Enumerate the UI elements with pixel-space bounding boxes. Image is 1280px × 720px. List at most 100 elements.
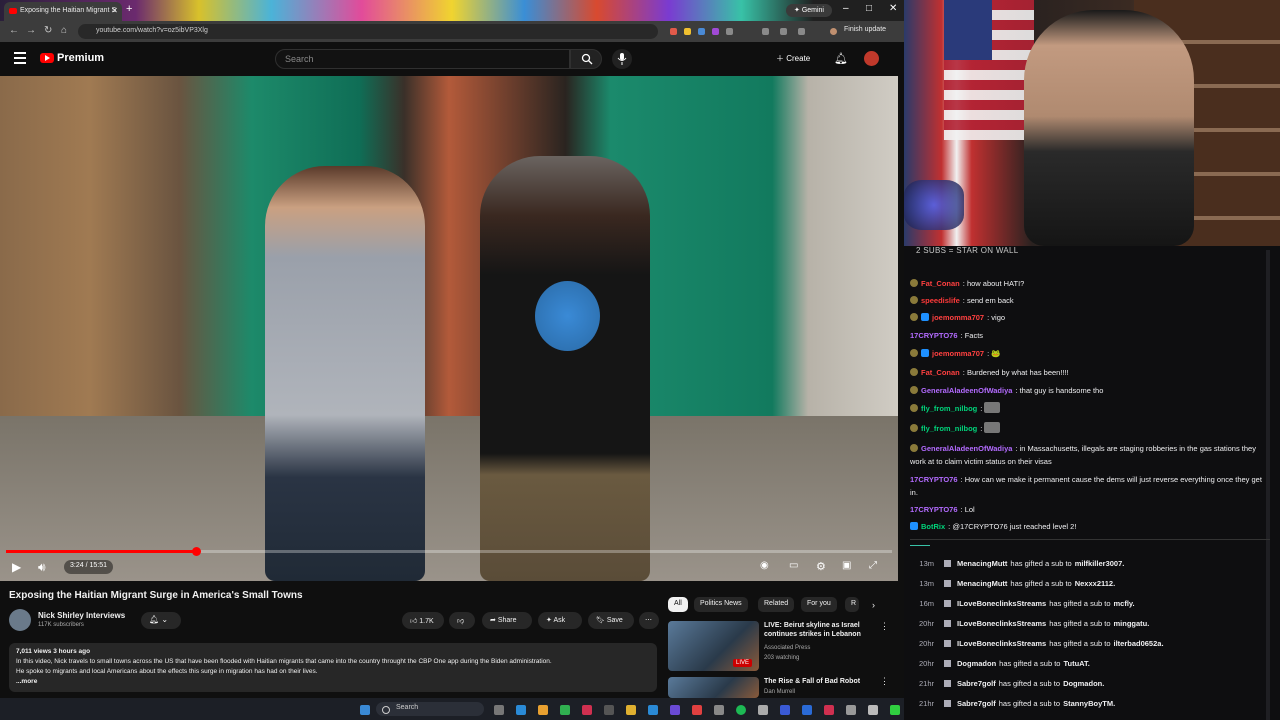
app-icon[interactable] xyxy=(714,705,724,715)
notifications-bell-icon[interactable]: 🔔︎ xyxy=(834,52,848,65)
youtube-logo-icon[interactable] xyxy=(40,53,54,63)
subscribed-notifications-button[interactable]: 🔔︎ ⌄ xyxy=(141,612,181,629)
extension-icon[interactable] xyxy=(684,28,691,35)
chat-username[interactable]: GeneralAladeenOfWadiya xyxy=(921,444,1012,453)
dislike-button[interactable]: 👎︎ xyxy=(449,612,475,629)
gifter-username[interactable]: MenacingMutt xyxy=(957,579,1007,588)
recipient-username[interactable]: mcfly. xyxy=(1114,599,1135,608)
forward-icon[interactable]: → xyxy=(26,25,36,36)
spotify-icon[interactable] xyxy=(736,705,746,715)
video-player[interactable]: ▶ 🔊︎ 3:24 / 15:51 ◉ ▭ ⚙ ▣ ⤢ xyxy=(0,76,898,581)
chat-username[interactable]: 17CRYPTO76 xyxy=(910,475,958,484)
save-button[interactable]: 🔖︎ Save xyxy=(588,612,634,629)
chip-politics-news[interactable]: Politics News xyxy=(694,597,748,612)
ask-button[interactable]: ✦ Ask xyxy=(538,612,582,629)
recipient-username[interactable]: milfkiller3007. xyxy=(1075,559,1125,568)
more-vertical-icon[interactable]: ⋮ xyxy=(880,676,889,687)
discord-icon[interactable] xyxy=(670,705,680,715)
recipient-username[interactable]: StannyBoyTM. xyxy=(1063,699,1115,708)
chip-related[interactable]: Related xyxy=(758,597,795,612)
description-more-link[interactable]: ...more xyxy=(16,677,650,687)
app-icon[interactable] xyxy=(846,705,856,715)
tab-youtube[interactable]: Exposing the Haitian Migrant S ✕ xyxy=(4,2,122,21)
gifter-username[interactable]: MenacingMutt xyxy=(957,559,1007,568)
gifter-username[interactable]: Sabre7golf xyxy=(957,699,996,708)
gifter-username[interactable]: ILoveBoneclinksStreams xyxy=(957,619,1046,628)
chat-username[interactable]: Fat_Conan xyxy=(921,368,960,377)
gifter-username[interactable]: Sabre7golf xyxy=(957,679,996,688)
gemini-button[interactable]: ✦ Gemini xyxy=(786,4,832,17)
app-icon[interactable] xyxy=(560,705,570,715)
chat-username[interactable]: fly_from_nilbog xyxy=(921,424,977,433)
close-window-icon[interactable]: ✕ xyxy=(889,3,897,14)
profile-avatar[interactable] xyxy=(830,28,837,35)
chrome-icon[interactable] xyxy=(538,705,548,715)
app-icon[interactable] xyxy=(582,705,592,715)
description-box[interactable]: 7,011 views 3 hours ago In this video, N… xyxy=(9,643,657,692)
chat-username[interactable]: Fat_Conan xyxy=(921,279,960,288)
recipient-username[interactable]: Dogmadon. xyxy=(1063,679,1104,688)
play-icon[interactable]: ▶ xyxy=(12,560,21,574)
app-icon[interactable] xyxy=(692,705,702,715)
recommendation-thumbnail[interactable] xyxy=(668,677,759,698)
app-icon[interactable] xyxy=(824,705,834,715)
chip-all[interactable]: All xyxy=(668,597,688,612)
more-vertical-icon[interactable]: ⋮ xyxy=(880,621,889,632)
channel-name[interactable]: Nick Shirley Interviews xyxy=(38,611,125,620)
gifter-username[interactable]: Dogmadon xyxy=(957,659,996,668)
close-tab-icon[interactable]: ✕ xyxy=(111,6,118,15)
app-icon[interactable] xyxy=(758,705,768,715)
extension-icon[interactable] xyxy=(698,28,705,35)
chat-username[interactable]: fly_from_nilbog xyxy=(921,404,977,413)
account-avatar[interactable] xyxy=(864,51,879,66)
chip-for-you[interactable]: For you xyxy=(801,597,837,612)
app-icon[interactable] xyxy=(648,705,658,715)
channel-avatar[interactable] xyxy=(9,609,31,631)
recommendation-title[interactable]: LIVE: Beirut skyline as Israel continues… xyxy=(764,621,876,639)
chat-username[interactable]: joemomma707 xyxy=(932,349,984,358)
more-actions-button[interactable]: ⋯ xyxy=(639,612,659,629)
settings-gear-icon[interactable]: ⚙ xyxy=(816,560,826,573)
recipient-username[interactable]: ilterbad0652a. xyxy=(1114,639,1164,648)
chat-username[interactable]: 17CRYPTO76 xyxy=(910,505,958,514)
fullscreen-icon[interactable]: ⤢ xyxy=(869,560,877,571)
share-button[interactable]: ➦ Share xyxy=(482,612,532,629)
bookmarks-icon[interactable] xyxy=(798,28,805,35)
app-icon[interactable] xyxy=(868,705,878,715)
search-input[interactable]: Search xyxy=(275,49,570,69)
gifter-username[interactable]: ILoveBoneclinksStreams xyxy=(957,639,1046,648)
gifter-username[interactable]: ILoveBoneclinksStreams xyxy=(957,599,1046,608)
minimize-icon[interactable]: – xyxy=(843,3,849,14)
app-icon[interactable] xyxy=(780,705,790,715)
chat-username[interactable]: GeneralAladeenOfWadiya xyxy=(921,386,1012,395)
address-bar[interactable]: youtube.com/watch?v=oz5ibVP3Xlg xyxy=(78,24,658,39)
extension-icon[interactable] xyxy=(712,28,719,35)
chevron-right-icon[interactable]: › xyxy=(872,600,875,610)
menu-icon[interactable] xyxy=(14,52,26,67)
chat-username[interactable]: speedislife xyxy=(921,296,960,305)
app-icon[interactable] xyxy=(802,705,812,715)
search-button[interactable] xyxy=(570,49,602,69)
progress-bar[interactable] xyxy=(6,547,892,556)
youtube-premium-logo[interactable]: Premium xyxy=(57,52,104,64)
theater-mode-icon[interactable]: ▣ xyxy=(842,560,851,571)
like-button[interactable]: 👍︎ 1.7K xyxy=(402,612,444,629)
chat-username[interactable]: BotRix xyxy=(921,522,945,531)
taskbar-search[interactable]: Search xyxy=(376,702,484,716)
maximize-icon[interactable]: □ xyxy=(866,3,872,14)
chat-username[interactable]: joemomma707 xyxy=(932,313,984,322)
task-view-icon[interactable] xyxy=(494,705,504,715)
recommendation-title[interactable]: The Rise & Fall of Bad Robot xyxy=(764,677,876,686)
recipient-username[interactable]: TutuAT. xyxy=(1063,659,1089,668)
back-icon[interactable]: ← xyxy=(9,25,19,36)
autoplay-toggle-icon[interactable]: ◉ xyxy=(760,560,769,571)
app-icon[interactable] xyxy=(890,705,900,715)
windows-start-icon[interactable] xyxy=(360,705,370,715)
finish-update-button[interactable]: Finish update xyxy=(844,26,886,33)
edge-icon[interactable] xyxy=(516,705,526,715)
app-icon[interactable] xyxy=(604,705,614,715)
extension-icon[interactable] xyxy=(726,28,733,35)
file-explorer-icon[interactable] xyxy=(626,705,636,715)
create-button[interactable]: ＋ Create xyxy=(776,53,810,64)
reload-icon[interactable]: ↻ xyxy=(44,25,52,36)
